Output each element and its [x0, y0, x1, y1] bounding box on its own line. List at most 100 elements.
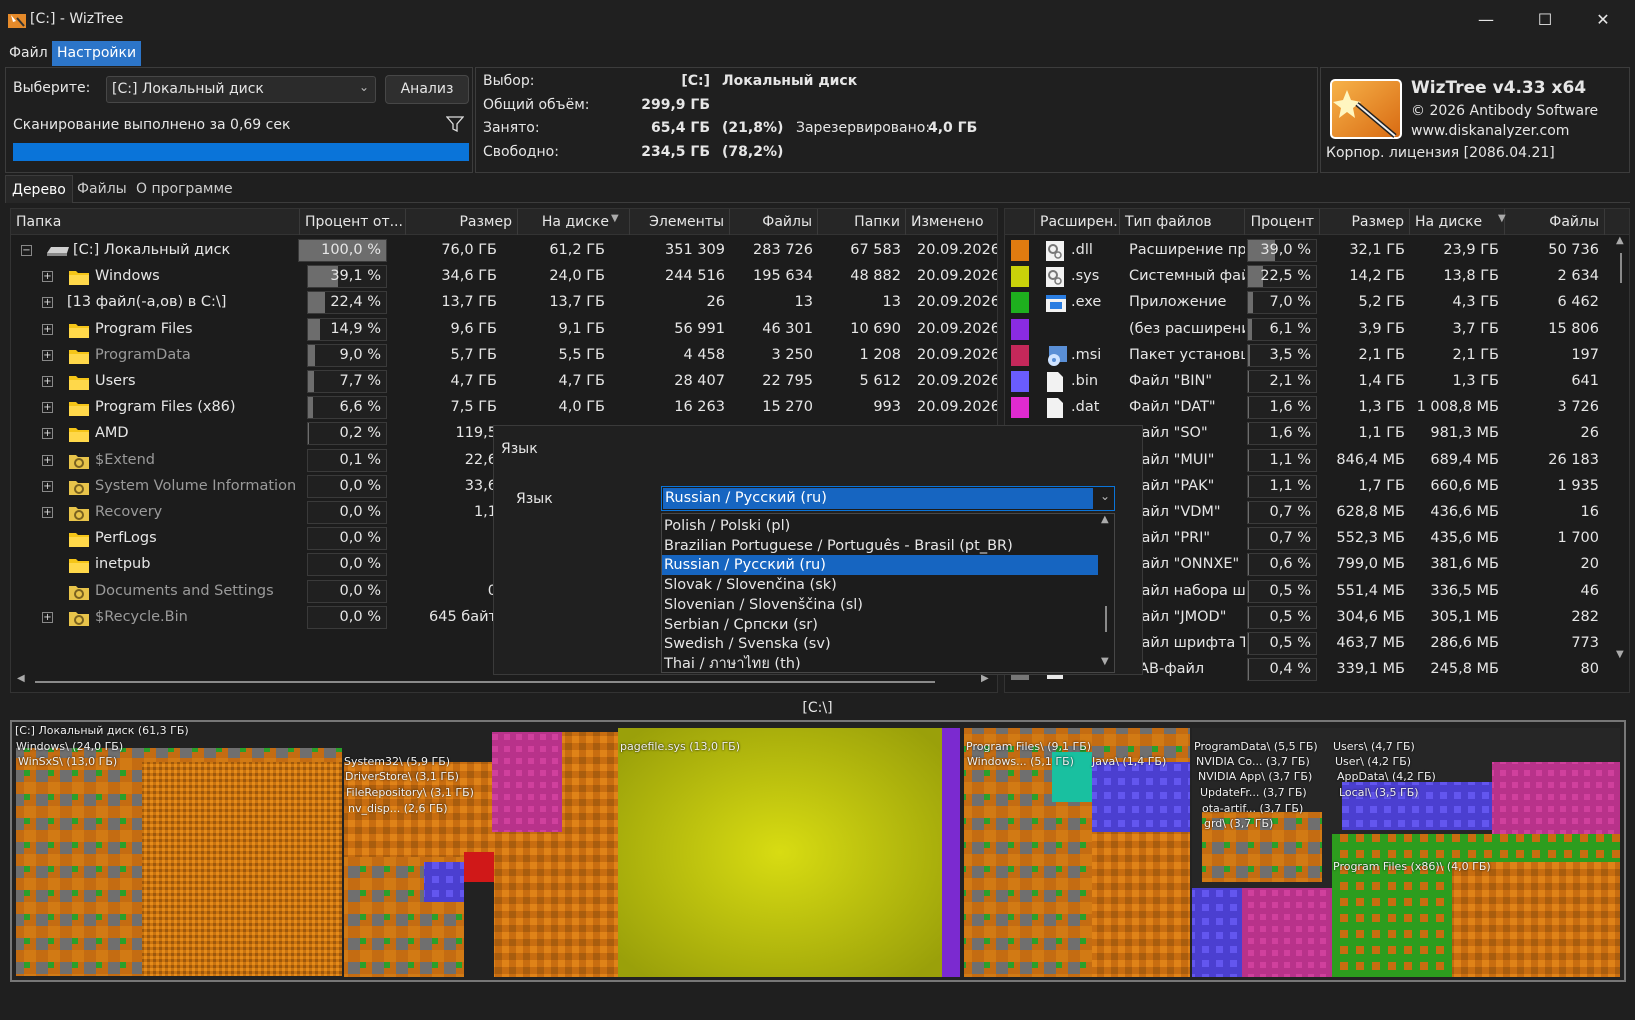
- ext-row[interactable]: (без расширени 6,1 % 3,9 ГБ 3,7 ГБ 15 806: [1005, 316, 1613, 343]
- tree-row[interactable]: + Program Files 14,9 % 9,6 ГБ 9,1 ГБ 56 991 46…: [11, 316, 997, 343]
- language-option[interactable]: Brazilian Portuguese / Português - Brasi…: [662, 536, 1099, 556]
- expand-icon[interactable]: +: [42, 428, 53, 440]
- tree-row[interactable]: − [C:] Локальный диск 100,0 % 76,0 ГБ 61,2 Г…: [11, 237, 997, 264]
- scroll-up-icon[interactable]: ▲: [1616, 235, 1624, 246]
- ext-on-disk-value: 435,6 МБ: [1430, 530, 1499, 547]
- scroll-down-icon[interactable]: ▼: [1616, 649, 1624, 660]
- col-ext-percent[interactable]: Процент: [1245, 209, 1320, 235]
- expand-icon[interactable]: +: [42, 480, 53, 492]
- expand-icon[interactable]: +: [42, 297, 53, 309]
- ext-name: .msi: [1071, 346, 1102, 363]
- language-option[interactable]: Thai / ภาษาไทย (th): [662, 654, 1099, 672]
- language-option[interactable]: Russian / Русский (ru): [662, 555, 1099, 576]
- minimize-button[interactable]: —: [1463, 4, 1509, 36]
- treemap-block-windows-rest[interactable]: [494, 832, 618, 977]
- scrollbar-thumb[interactable]: [35, 681, 935, 683]
- treemap-block-blue[interactable]: [424, 862, 464, 902]
- percent-text: 0,2 %: [339, 425, 381, 442]
- maximize-button[interactable]: ☐: [1522, 4, 1568, 36]
- scroll-up-icon[interactable]: ▲: [1101, 514, 1109, 525]
- treemap-block-users-rest[interactable]: [1492, 762, 1620, 834]
- treemap-block-magenta[interactable]: [492, 732, 562, 832]
- treemap-block-pf-rest[interactable]: [1092, 832, 1190, 977]
- on-disk-value: 5,5 ГБ: [558, 346, 605, 363]
- tree-row[interactable]: + Program Files (x86) 6,6 % 7,5 ГБ 4,0 ГБ 16 …: [11, 394, 997, 421]
- size-value: 13,7 ГБ: [441, 294, 497, 311]
- treemap-block-red[interactable]: [464, 852, 494, 882]
- percent-text: 0,0 %: [339, 530, 381, 547]
- folder-icon: [69, 323, 89, 338]
- menu-file[interactable]: Файл: [4, 41, 53, 66]
- col-ext-size[interactable]: Размер: [1320, 209, 1410, 235]
- col-modified[interactable]: Изменено: [906, 209, 997, 235]
- ext-vertical-scrollbar[interactable]: ▲ ▼: [1613, 235, 1629, 692]
- drive-select[interactable]: [C:] Локальный диск ⌄: [106, 76, 376, 103]
- tm-label-winsxs: WinSxS\ (13,0 ГБ): [18, 755, 118, 768]
- language-select[interactable]: Russian / Русский (ru) ⌄: [661, 486, 1115, 511]
- ext-row[interactable]: .dat Файл "DAT" 1,6 % 1,3 ГБ 1 008,8 МБ 3 726: [1005, 394, 1613, 421]
- col-percent[interactable]: Процент от...: [300, 209, 406, 235]
- sort-desc-icon: ▼: [611, 213, 619, 224]
- tab-about[interactable]: О программе: [130, 175, 239, 203]
- col-ext-files[interactable]: Файлы: [1505, 209, 1605, 235]
- col-folder[interactable]: Папка: [11, 209, 300, 235]
- expand-icon[interactable]: +: [42, 454, 53, 466]
- ext-row[interactable]: .msi Пакет установщ 3,5 % 2,1 ГБ 2,1 ГБ 197: [1005, 342, 1613, 369]
- treemap-block-pagefile[interactable]: [618, 728, 942, 977]
- percent-text: 9,0 %: [339, 346, 381, 363]
- filter-icon[interactable]: [446, 116, 464, 132]
- language-option[interactable]: Swedish / Svenska (sv): [662, 634, 1099, 654]
- tree-row[interactable]: + Windows 39,1 % 34,6 ГБ 24,0 ГБ 244 516 195 6…: [11, 263, 997, 290]
- treemap[interactable]: [C:] Локальный диск (61,3 ГБ) Windows\ (…: [10, 720, 1626, 982]
- col-items[interactable]: Элементы: [630, 209, 730, 235]
- col-files[interactable]: Файлы: [730, 209, 818, 235]
- language-option[interactable]: Slovak / Slovenčina (sk): [662, 575, 1099, 595]
- close-button[interactable]: ✕: [1580, 4, 1626, 36]
- tree-row[interactable]: + [13 файл(-а,ов) в C:\] 22,4 % 13,7 ГБ 13,7…: [11, 289, 997, 316]
- scroll-left-icon[interactable]: ◀: [17, 673, 25, 684]
- tab-files[interactable]: Файлы: [71, 175, 133, 203]
- system-folder-icon: [69, 480, 89, 495]
- col-extension[interactable]: Расширен...: [1035, 209, 1120, 235]
- tab-tree[interactable]: Дерево: [5, 175, 73, 203]
- ext-row[interactable]: .dll Расширение при 39,0 % 32,1 ГБ 23,9 ГБ 50…: [1005, 237, 1613, 264]
- website-link[interactable]: www.diskanalyzer.com: [1411, 123, 1569, 139]
- tree-row[interactable]: + Users 7,7 % 4,7 ГБ 4,7 ГБ 28 407 22 795 5 612…: [11, 368, 997, 395]
- status-bar: [0, 988, 1635, 1020]
- size-value: 34,6 ГБ: [441, 268, 497, 285]
- expand-icon[interactable]: +: [42, 507, 53, 518]
- expand-icon[interactable]: +: [42, 402, 53, 414]
- expand-icon[interactable]: +: [42, 323, 53, 335]
- treemap-block-purple-strip[interactable]: [942, 728, 960, 977]
- language-list-scrollbar[interactable]: ▲ ▼: [1098, 514, 1114, 672]
- scrollbar-thumb[interactable]: [1105, 606, 1107, 632]
- col-folders[interactable]: Папки: [818, 209, 906, 235]
- tm-label-root: [C:] Локальный диск (61,3 ГБ): [15, 724, 189, 737]
- ext-row[interactable]: .bin Файл "BIN" 2,1 % 1,4 ГБ 1,3 ГБ 641: [1005, 368, 1613, 395]
- col-ext-on-disk[interactable]: На диске: [1410, 209, 1505, 235]
- ext-row[interactable]: .exe Приложение 7,0 % 5,2 ГБ 4,3 ГБ 6 462: [1005, 289, 1613, 316]
- treemap-block-programdata-blue[interactable]: [1192, 888, 1242, 977]
- language-option[interactable]: Slovenian / Slovenščina (sl): [662, 595, 1099, 615]
- analyze-button[interactable]: Анализ: [385, 75, 469, 104]
- language-option[interactable]: Polish / Polski (pl): [662, 516, 1099, 536]
- treemap-block-pfx86-rest[interactable]: [1452, 862, 1620, 977]
- expand-icon[interactable]: +: [42, 611, 53, 623]
- treemap-block-winsxs-inner[interactable]: [142, 762, 342, 976]
- tm-label-program-files: Program Files\ (9,1 ГБ): [966, 740, 1092, 753]
- ext-files-value: 20: [1580, 556, 1599, 573]
- expand-icon[interactable]: +: [42, 376, 53, 387]
- menu-settings[interactable]: Настройки: [52, 41, 142, 66]
- expand-icon[interactable]: +: [42, 271, 53, 283]
- treemap-block-java[interactable]: [1092, 762, 1190, 832]
- ext-row[interactable]: .sys Системный фай. 22,5 % 14,2 ГБ 13,8 ГБ 2 …: [1005, 263, 1613, 290]
- tree-row[interactable]: + ProgramData 9,0 % 5,7 ГБ 5,5 ГБ 4 458 3 250 1…: [11, 342, 997, 369]
- col-size[interactable]: Размер: [406, 209, 518, 235]
- scroll-down-icon[interactable]: ▼: [1101, 656, 1109, 667]
- scrollbar-thumb[interactable]: [1620, 253, 1622, 283]
- expand-icon[interactable]: +: [42, 349, 53, 361]
- collapse-icon[interactable]: −: [21, 245, 32, 256]
- col-color: [1005, 209, 1035, 235]
- col-file-type[interactable]: Тип файлов: [1120, 209, 1245, 235]
- language-option[interactable]: Serbian / Српски (sr): [662, 615, 1099, 635]
